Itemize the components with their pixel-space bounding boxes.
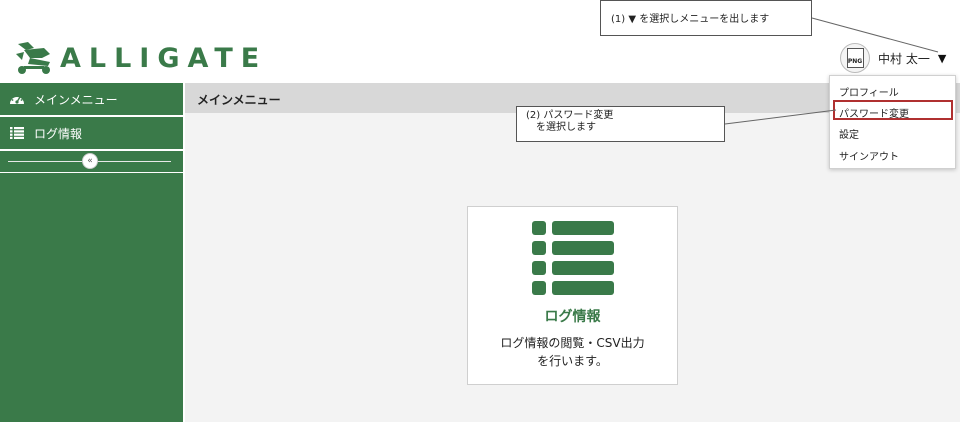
- menu-item-change-password[interactable]: パスワード変更: [839, 105, 909, 120]
- user-name: 中村 太一: [878, 51, 930, 66]
- sidebar-item-label: メインメニュー: [34, 92, 118, 107]
- app-root: ALLIGATE PNG 中村 太一 ▼ メインメニュー ログ情報 « メインメ…: [0, 0, 960, 422]
- sidebar-item-log-info[interactable]: ログ情報: [0, 117, 183, 151]
- dashboard-icon: [9, 91, 25, 107]
- log-info-card[interactable]: ログ情報 ログ情報の閲覧・CSV出力 を行います。: [467, 206, 678, 385]
- logo-text: ALLIGATE: [60, 42, 268, 74]
- callout-text: を選択します: [536, 122, 596, 133]
- callout-step-2: (2) パスワード変更 を選択します: [516, 106, 725, 142]
- user-menu[interactable]: PNG 中村 太一 ▼: [840, 43, 946, 73]
- sidebar-collapse-row: «: [0, 151, 183, 173]
- card-description: ログ情報の閲覧・CSV出力 を行います。: [500, 336, 645, 368]
- png-file-icon: PNG: [846, 48, 864, 68]
- menu-item-settings[interactable]: 設定: [839, 126, 859, 141]
- user-menu-caret-icon[interactable]: ▼: [938, 52, 946, 65]
- menu-item-sign-out[interactable]: サインアウト: [839, 148, 899, 163]
- sidebar-item-main-menu[interactable]: メインメニュー: [0, 83, 183, 117]
- sidebar: メインメニュー ログ情報 «: [0, 83, 183, 422]
- avatar-label: PNG: [847, 58, 863, 65]
- alligator-logo-icon: [16, 42, 50, 74]
- list-icon: [532, 221, 614, 295]
- logo[interactable]: ALLIGATE: [14, 40, 267, 76]
- list-icon: [9, 125, 25, 141]
- menu-item-profile[interactable]: プロフィール: [839, 84, 899, 99]
- page-title: メインメニュー: [197, 93, 281, 107]
- callout-text: (2) パスワード変更: [526, 110, 614, 121]
- sidebar-item-label: ログ情報: [34, 126, 83, 141]
- avatar[interactable]: PNG: [840, 43, 870, 73]
- collapse-sidebar-button[interactable]: «: [82, 153, 98, 169]
- callout-step-1: (1) ▼ を選択しメニューを出します: [600, 0, 812, 36]
- card-title: ログ情報: [544, 309, 601, 325]
- callout-text: (1) ▼ を選択しメニューを出します: [611, 14, 770, 25]
- user-dropdown-menu: プロフィール パスワード変更 設定 サインアウト: [829, 75, 956, 169]
